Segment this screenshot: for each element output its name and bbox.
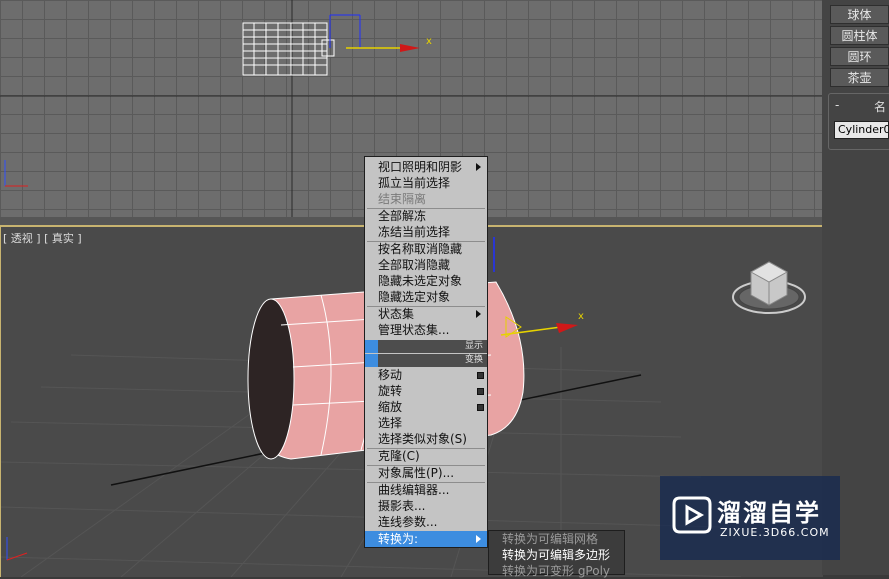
torus-button[interactable]: 圆环 — [830, 47, 889, 66]
menu-item-isolate-selection[interactable]: 孤立当前选择 — [378, 175, 450, 191]
menu-item-move[interactable]: 移动 — [378, 367, 402, 383]
menu-item-select-similar[interactable]: 选择类似对象(S) — [378, 431, 467, 447]
convert-to-submenu: 转换为可编辑网格 转换为可编辑多边形 转换为可变形 gPoly — [488, 530, 625, 578]
view-cube — [732, 261, 806, 314]
submenu-arrow-icon — [476, 535, 481, 543]
quad-header-transform-label: 变换 — [464, 355, 483, 365]
play-logo-icon — [672, 496, 712, 534]
menu-item-object-properties[interactable]: 对象属性(P)... — [378, 465, 454, 481]
rollout-title: 名 — [874, 100, 887, 114]
menu-item-rotate[interactable]: 旋转 — [378, 383, 402, 399]
menu-item-unhide-by-name[interactable]: 按名称取消隐藏 — [378, 241, 462, 257]
scale-settings-icon[interactable] — [477, 404, 484, 411]
menu-item-hide-selection[interactable]: 隐藏选定对象 — [378, 289, 450, 305]
rollout-collapse-toggle[interactable]: - — [835, 98, 839, 112]
teapot-button[interactable]: 茶壶 — [830, 68, 889, 87]
cylinder-top-view — [242, 22, 335, 76]
quad-header-display: 显示 — [365, 340, 487, 353]
submenu-arrow-icon — [476, 163, 481, 171]
menu-item-unfreeze-all[interactable]: 全部解冻 — [378, 208, 426, 224]
watermark-url: ZIXUE.3D66.COM — [720, 526, 830, 539]
persp-axis-x-label: x — [578, 311, 584, 322]
submenu-item-editable-poly[interactable]: 转换为可编辑多边形 — [502, 547, 610, 563]
top-gizmo — [329, 14, 420, 52]
menu-item-wire-parameters[interactable]: 连线参数... — [378, 514, 437, 530]
menu-item-state-sets[interactable]: 状态集 — [378, 306, 414, 322]
menu-item-hide-unselected[interactable]: 隐藏未选定对象 — [378, 273, 462, 289]
top-axis-tripod — [4, 160, 28, 187]
sphere-button[interactable]: 球体 — [830, 5, 889, 24]
quad-color-block — [365, 354, 378, 367]
quad-header-transform: 变换 — [365, 354, 487, 367]
watermark: 溜溜自学 ZIXUE.3D66.COM — [660, 476, 840, 560]
menu-item-scale[interactable]: 缩放 — [378, 399, 402, 415]
menu-item-manage-state-sets[interactable]: 管理状态集... — [378, 322, 449, 338]
menu-item-viewport-lighting[interactable]: 视口照明和阴影 — [378, 159, 462, 175]
persp-axis-tripod — [6, 537, 28, 561]
menu-item-select[interactable]: 选择 — [378, 415, 402, 431]
viewport-label[interactable]: [ 透视 ] [ 真实 ] — [3, 230, 82, 246]
menu-item-convert-to[interactable]: 转换为: — [378, 531, 418, 547]
move-settings-icon[interactable] — [477, 372, 484, 379]
menu-item-freeze-selection[interactable]: 冻结当前选择 — [378, 224, 450, 240]
menu-item-curve-editor[interactable]: 曲线编辑器... — [378, 482, 449, 498]
quad-header-display-label: 显示 — [464, 341, 483, 351]
submenu-arrow-icon — [476, 310, 481, 318]
submenu-item-editable-mesh[interactable]: 转换为可编辑网格 — [502, 531, 598, 547]
cylinder-button[interactable]: 圆柱体 — [830, 26, 889, 45]
menu-item-unhide-all[interactable]: 全部取消隐藏 — [378, 257, 450, 273]
watermark-title: 溜溜自学 — [717, 499, 821, 527]
menu-item-dope-sheet[interactable]: 摄影表... — [378, 498, 425, 514]
object-name-field[interactable]: Cylinder00 — [834, 121, 889, 139]
rotate-settings-icon[interactable] — [477, 388, 484, 395]
quad-color-block — [365, 340, 378, 353]
menu-item-clone[interactable]: 克隆(C) — [378, 448, 420, 464]
submenu-item-deformable-gpoly[interactable]: 转换为可变形 gPoly — [502, 563, 610, 579]
menu-item-end-isolate: 结束隔离 — [378, 192, 427, 206]
quad-context-menu: 视口照明和阴影 孤立当前选择 结束隔离 全部解冻 冻结当前选择 按名称取消隐藏 … — [364, 156, 488, 548]
top-axis-x-label: x — [426, 36, 432, 47]
